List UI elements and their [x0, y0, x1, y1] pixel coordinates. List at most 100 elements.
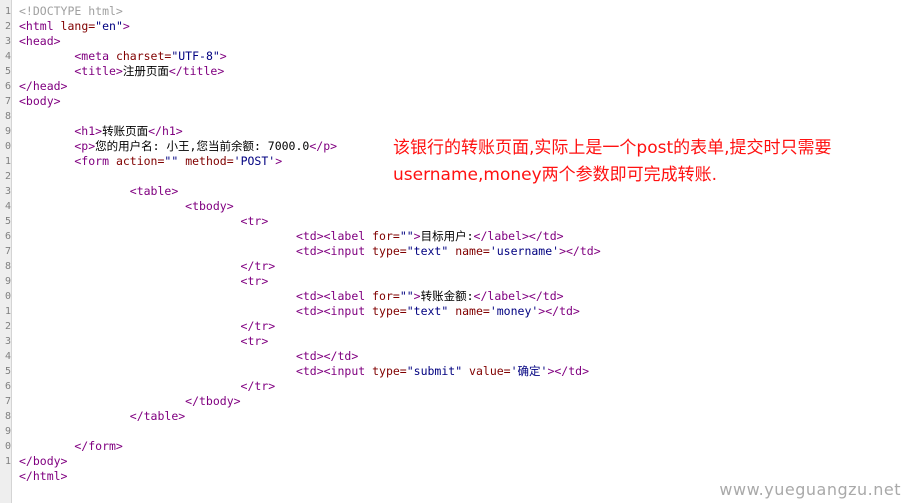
- code-token: <p>: [19, 139, 96, 153]
- line-number: 5: [4, 366, 11, 377]
- line-number: 4: [4, 201, 11, 212]
- code-token: name=: [455, 244, 490, 258]
- code-token: <head>: [19, 34, 61, 48]
- code-line: <title>注册页面</title>: [19, 64, 601, 79]
- code-token: "submit": [406, 364, 470, 378]
- annotation-line-2: username,money两个参数即可完成转账.: [393, 165, 718, 185]
- line-number: 8: [4, 261, 11, 272]
- code-line: <td><label for="">目标用户:</label></td>: [19, 229, 601, 244]
- line-number: 4: [4, 351, 11, 362]
- code-line: <head>: [19, 34, 601, 49]
- code-token: 您的用户名: 小王,您当前余额: 7000.0: [95, 139, 310, 153]
- code-token: ></td>: [559, 244, 601, 258]
- code-token: >: [275, 154, 283, 168]
- code-line: </form>: [19, 439, 601, 454]
- code-line: </tr>: [19, 379, 601, 394]
- code-line: <meta charset="UTF-8">: [19, 49, 601, 64]
- code-token: </tr>: [19, 319, 276, 333]
- code-token: value=: [469, 364, 511, 378]
- code-token: <td><label: [19, 289, 373, 303]
- line-number: 6: [4, 381, 11, 392]
- code-token: </table>: [19, 409, 186, 423]
- code-token: </p>: [309, 139, 338, 153]
- code-token: <meta: [19, 49, 116, 63]
- line-number: 2: [4, 321, 11, 332]
- line-number: 6: [4, 81, 11, 92]
- code-token: for=: [372, 289, 400, 303]
- code-token: >: [413, 289, 421, 303]
- code-token: "en": [95, 19, 123, 33]
- line-number-gutter: 1 2 3 4 5 6 7 8 9 0 1 2 3 4 5 6 7 8 9 0 1 2 3 4 5 6 7 8 9 0 1: [0, 0, 12, 503]
- code-line: <tbody>: [19, 199, 601, 214]
- line-number: 1: [4, 156, 11, 167]
- code-token: <tr>: [19, 274, 269, 288]
- code-token: <body>: [19, 94, 61, 108]
- line-number: 7: [4, 396, 11, 407]
- code-line: </head>: [19, 79, 601, 94]
- line-number: 2: [4, 21, 11, 32]
- code-token: charset=: [115, 49, 172, 63]
- code-token: <!DOCTYPE html>: [19, 4, 123, 18]
- line-number: 9: [4, 276, 11, 287]
- code-token: </tr>: [19, 379, 276, 393]
- code-line: </html>: [19, 469, 601, 484]
- code-editor[interactable]: <!DOCTYPE html> <html lang="en"> <head> <m…: [19, 4, 601, 484]
- code-token: <tbody>: [19, 199, 234, 213]
- code-token: </label></td>: [473, 289, 564, 303]
- watermark: www.yueguangzu.net: [719, 480, 901, 499]
- code-token: <td><label: [19, 229, 373, 243]
- code-token: </tbody>: [19, 394, 241, 408]
- line-number: 4: [4, 51, 11, 62]
- code-token: 'money': [489, 304, 539, 318]
- line-number: 3: [4, 336, 11, 347]
- code-line: </tbody>: [19, 394, 601, 409]
- code-token: 'POST': [233, 154, 276, 168]
- code-token: action=: [115, 154, 165, 168]
- code-token: <td><input: [19, 364, 373, 378]
- annotation-note: 该银行的转账页面,实际上是一个post的表单,提交时只需要 username,m…: [393, 135, 893, 189]
- code-line: <html lang="en">: [19, 19, 601, 34]
- code-token: "": [399, 229, 414, 243]
- line-number: 7: [4, 96, 11, 107]
- line-number: 1: [4, 456, 11, 467]
- code-line: <body>: [19, 94, 601, 109]
- code-token: 转账金额:: [420, 289, 474, 303]
- code-token: for=: [372, 229, 400, 243]
- code-token: 'username': [489, 244, 560, 258]
- code-token: </label></td>: [473, 229, 564, 243]
- code-token: >: [122, 19, 130, 33]
- code-token: >: [219, 49, 227, 63]
- code-token: </body>: [19, 454, 68, 468]
- code-token: </form>: [19, 439, 123, 453]
- code-token: "": [399, 289, 414, 303]
- code-token: method=: [185, 154, 234, 168]
- code-token: 目标用户:: [420, 229, 474, 243]
- code-token: <tr>: [19, 334, 269, 348]
- code-line: </table>: [19, 409, 601, 424]
- code-line: <tr>: [19, 274, 601, 289]
- code-token: "text": [406, 244, 456, 258]
- line-number: 9: [4, 126, 11, 137]
- code-token: <html: [19, 19, 61, 33]
- code-line: <td><label for="">转账金额:</label></td>: [19, 289, 601, 304]
- code-token: ></td>: [538, 304, 580, 318]
- code-token: <h1>: [19, 124, 103, 138]
- code-line: <tr>: [19, 334, 601, 349]
- line-number: 0: [4, 441, 11, 452]
- code-token: </html>: [19, 469, 68, 483]
- code-token: "UTF-8": [171, 49, 220, 63]
- code-token: </h1>: [148, 124, 183, 138]
- code-token: type=: [372, 304, 407, 318]
- code-token: '确定': [510, 364, 548, 378]
- code-token: <title>: [19, 64, 123, 78]
- code-line: </tr>: [19, 259, 601, 274]
- code-token: </tr>: [19, 259, 276, 273]
- code-token: 转账页面: [102, 124, 149, 138]
- line-number: 3: [4, 186, 11, 197]
- line-number: 3: [4, 36, 11, 47]
- line-number: 1: [4, 306, 11, 317]
- code-token: type=: [372, 244, 407, 258]
- code-line: </body>: [19, 454, 601, 469]
